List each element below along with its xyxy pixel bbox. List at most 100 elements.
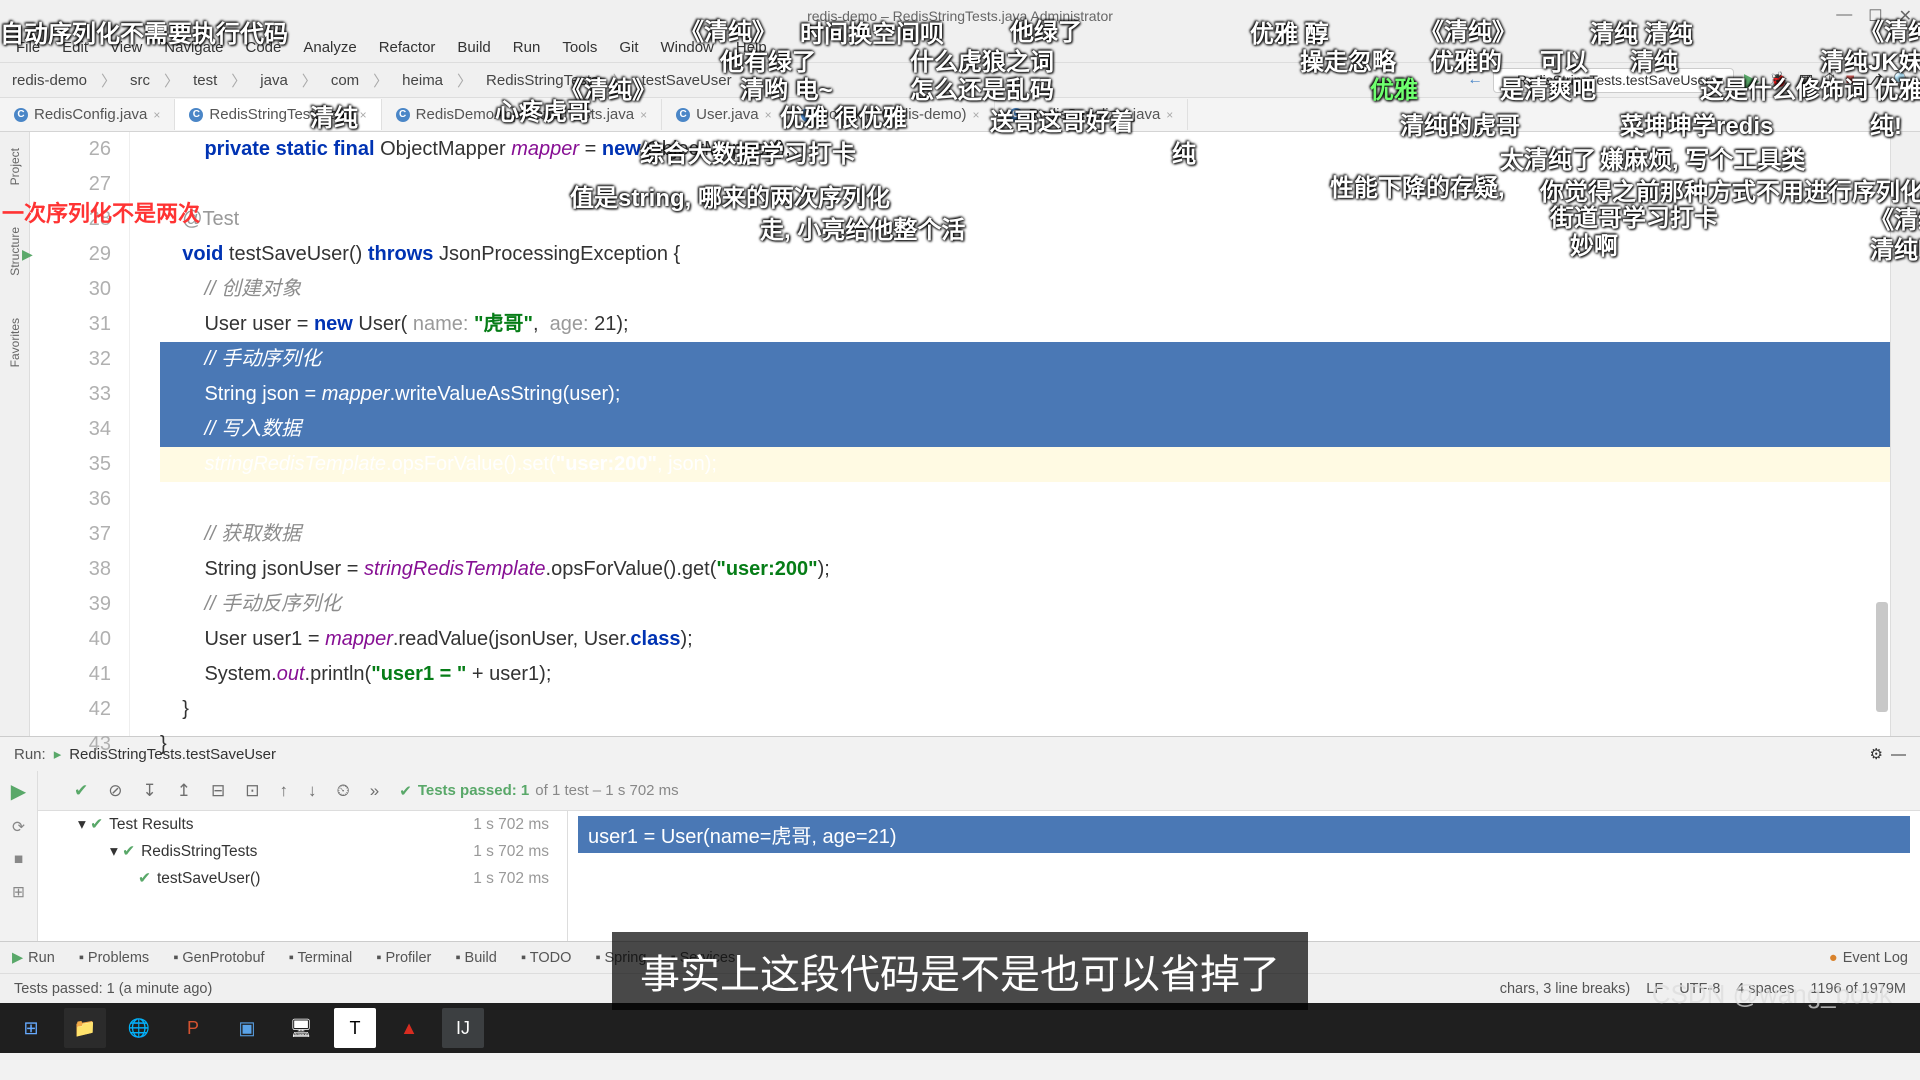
console[interactable]: user1 = User(name=虎哥, age=21)	[568, 811, 1920, 941]
menu-help[interactable]: Help	[726, 36, 777, 59]
menu-build[interactable]: Build	[447, 36, 500, 59]
sort2-icon[interactable]: ↥	[177, 781, 191, 801]
menu-run[interactable]: Run	[503, 36, 551, 59]
crumb-test[interactable]: test	[189, 70, 221, 91]
code-line-37[interactable]: // 获取数据	[160, 517, 1890, 552]
bottom-run[interactable]: ▶ Run	[0, 950, 67, 966]
code-line-35[interactable]: stringRedisTemplate.opsForValue().set("u…	[160, 447, 1890, 482]
more-icon[interactable]: »	[370, 781, 379, 801]
menu-edit[interactable]: Edit	[52, 36, 98, 59]
code-line-32[interactable]: // 手动序列化	[160, 342, 1890, 377]
menu-refactor[interactable]: Refactor	[369, 36, 446, 59]
toggle-button[interactable]: ⟳	[12, 818, 25, 837]
code-line-43[interactable]: }	[160, 727, 1890, 762]
crumb-RedisStringTests[interactable]: RedisStringTests	[482, 70, 603, 91]
cancel-icon[interactable]: ⊘	[108, 781, 122, 801]
check-icon[interactable]: ✔	[74, 781, 88, 801]
menu-navigate[interactable]: Navigate	[154, 36, 233, 59]
taskbar[interactable]: ⊞ 📁 🌐 P ▣ 🖥 T ▲ IJ	[0, 1003, 1920, 1053]
code-body[interactable]: private static final ObjectMapper mapper…	[130, 132, 1890, 736]
crumb-heima[interactable]: heima	[398, 70, 447, 91]
code-line-39[interactable]: // 手动反序列化	[160, 587, 1890, 622]
close-tab-icon[interactable]: ×	[360, 108, 367, 122]
code-line-41[interactable]: System.out.println("user1 = " + user1);	[160, 657, 1890, 692]
close-tab-icon[interactable]: ×	[640, 108, 647, 122]
bottom-genprotobuf[interactable]: ▪ GenProtobuf	[161, 950, 276, 966]
project-tool[interactable]: Project	[6, 142, 24, 191]
typora-icon[interactable]: T	[334, 1008, 376, 1048]
collapse-icon[interactable]: ⊡	[245, 781, 259, 801]
test-row[interactable]: ✔testSaveUser()1 s 702 ms	[38, 865, 567, 892]
redis-icon[interactable]: ▲	[388, 1008, 430, 1048]
down-icon[interactable]: ↓	[308, 781, 317, 801]
bottom-problems[interactable]: ▪ Problems	[67, 950, 161, 966]
expand-icon[interactable]: ⊟	[211, 781, 225, 801]
crumb-java[interactable]: java	[256, 70, 292, 91]
tab-RedisDemoApplicationTests.java[interactable]: CRedisDemoApplicationTests.java×	[382, 99, 662, 130]
crumb-com[interactable]: com	[327, 70, 363, 91]
close-tab-icon[interactable]: ×	[153, 108, 160, 122]
tab-RedisStringTests.java[interactable]: CRedisStringTests.java×	[175, 99, 381, 130]
debug-button[interactable]: 🐞	[1769, 71, 1788, 90]
close-tab-icon[interactable]: ×	[973, 108, 980, 122]
code-line-42[interactable]: }	[160, 692, 1890, 727]
menu-tools[interactable]: Tools	[552, 36, 607, 59]
app1-icon[interactable]: ▣	[226, 1008, 268, 1048]
bottom-build[interactable]: ▪ Build	[443, 950, 508, 966]
coverage-button[interactable]: ▦	[1799, 71, 1814, 90]
up-icon[interactable]: ↑	[280, 781, 289, 801]
code-line-38[interactable]: String jsonUser = stringRedisTemplate.op…	[160, 552, 1890, 587]
test-row[interactable]: ▾ ✔Test Results1 s 702 ms	[38, 811, 567, 838]
code-line-31[interactable]: User user = new User( name: "虎哥", age: 2…	[160, 307, 1890, 342]
rerun-button[interactable]: ▶	[11, 779, 26, 804]
code-line-40[interactable]: User user1 = mapper.readValue(jsonUser, …	[160, 622, 1890, 657]
crumb-testSaveUser[interactable]: testSaveUser	[638, 70, 736, 91]
chrome-icon[interactable]: 🌐	[118, 1008, 160, 1048]
breadcrumb[interactable]: redis-demo〉src〉test〉java〉com〉heima〉Redis…	[8, 68, 736, 93]
crumb-redis-demo[interactable]: redis-demo	[8, 70, 91, 91]
code-line-36[interactable]	[160, 482, 1890, 517]
bottom-todo[interactable]: ▪ TODO	[509, 950, 584, 966]
menu-window[interactable]: Window	[651, 36, 724, 59]
right-toolwindow[interactable]	[1890, 132, 1920, 736]
maximize-icon[interactable]: ☐	[1868, 6, 1882, 26]
idea-icon[interactable]: IJ	[442, 1008, 484, 1048]
ppt-icon[interactable]: P	[172, 1008, 214, 1048]
profile-button[interactable]: ⏱	[1823, 71, 1835, 89]
test-row[interactable]: ▾ ✔RedisStringTests1 s 702 ms	[38, 838, 567, 865]
code-line-33[interactable]: String json = mapper.writeValueAsString(…	[160, 377, 1890, 412]
menu-git[interactable]: Git	[609, 36, 648, 59]
tab-User.java[interactable]: CUser.java×	[662, 99, 787, 130]
git-button[interactable]: ⎇	[1865, 71, 1883, 90]
sort-icon[interactable]: ↧	[143, 781, 157, 801]
stop2-button[interactable]: ■	[14, 851, 23, 869]
bottom-profiler[interactable]: ▪ Profiler	[364, 950, 443, 966]
menu-code[interactable]: Code	[235, 36, 291, 59]
hide-icon[interactable]: —	[1891, 746, 1906, 763]
layout-button[interactable]: ⊞	[12, 883, 25, 902]
explorer-icon[interactable]: 📁	[64, 1008, 106, 1048]
favorites-tool[interactable]: Favorites	[6, 312, 24, 373]
close-icon[interactable]: ✕	[1899, 6, 1912, 26]
bottom-terminal[interactable]: ▪ Terminal	[277, 950, 365, 966]
menu-view[interactable]: View	[100, 36, 152, 59]
code-line-29[interactable]: void testSaveUser() throws JsonProcessin…	[160, 237, 1890, 272]
code-line-27[interactable]	[160, 167, 1890, 202]
tab-RedisSerializer.java[interactable]: CRedisSerializer.java×	[995, 99, 1189, 130]
code-line-34[interactable]: // 写入数据	[160, 412, 1890, 447]
code-line-28[interactable]: @Test	[160, 202, 1890, 237]
test-tree[interactable]: ▾ ✔Test Results1 s 702 ms▾ ✔RedisStringT…	[38, 811, 568, 941]
scrollbar[interactable]	[1876, 602, 1888, 712]
stop-button[interactable]: ■	[1845, 71, 1854, 89]
run-config-select[interactable]: ▸ RedisStringTests.testSaveUser ▾	[1493, 68, 1734, 93]
menu-analyze[interactable]: Analyze	[293, 36, 366, 59]
code-line-30[interactable]: // 创建对象	[160, 272, 1890, 307]
start-icon[interactable]: ⊞	[10, 1008, 52, 1048]
tab-RedisConfig.java[interactable]: CRedisConfig.java×	[0, 99, 175, 130]
vm-icon[interactable]: 🖥	[280, 1008, 322, 1048]
code-line-26[interactable]: private static final ObjectMapper mapper…	[160, 132, 1890, 167]
close-tab-icon[interactable]: ×	[1166, 108, 1173, 122]
watch-icon[interactable]: ⏲	[337, 781, 350, 801]
event-log[interactable]: ● Event Log	[1817, 950, 1920, 966]
minimize-icon[interactable]: —	[1836, 6, 1852, 26]
